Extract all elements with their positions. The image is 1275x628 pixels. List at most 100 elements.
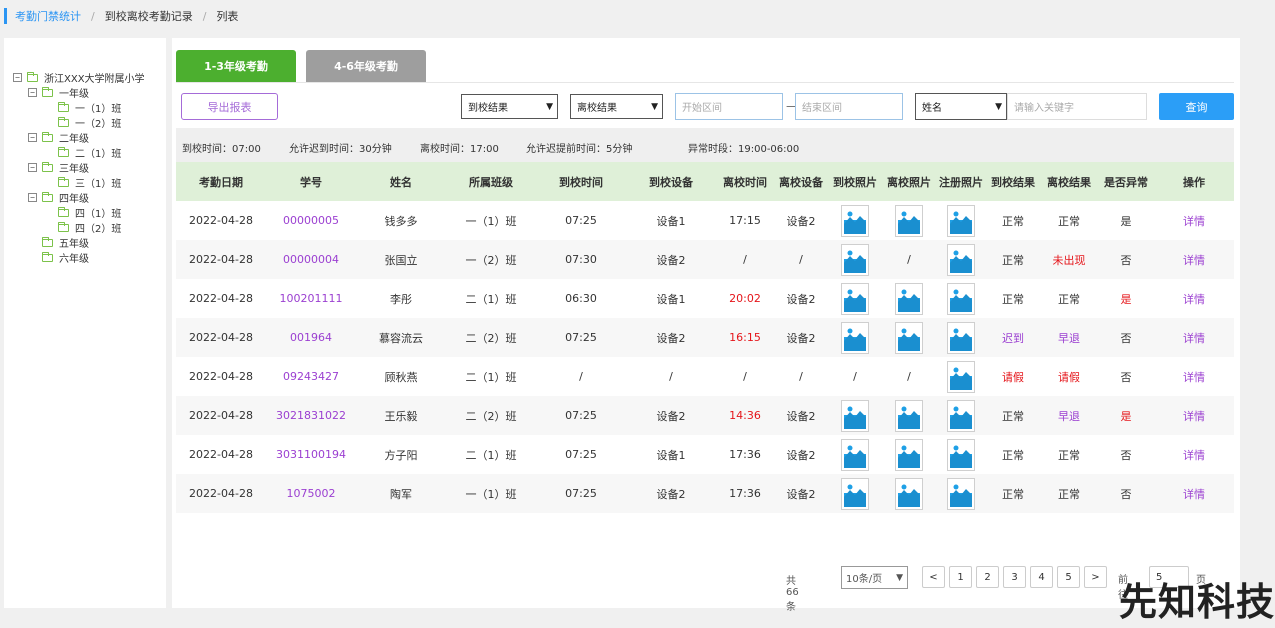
tree-node-9[interactable]: 四（2）班: [4, 220, 166, 235]
leave-photo[interactable]: [882, 321, 936, 354]
register-photo[interactable]: [936, 399, 986, 432]
student-id-link[interactable]: 1075002: [266, 487, 356, 500]
register-photo[interactable]: [936, 243, 986, 276]
tree-node-1[interactable]: 一（1）班: [4, 100, 166, 115]
register-photo[interactable]: [936, 477, 986, 510]
register-photo[interactable]: [936, 438, 986, 471]
tab-grade-1-3[interactable]: 1-3年级考勤: [176, 50, 296, 82]
image-placeholder-icon[interactable]: [841, 204, 869, 237]
page-number-button[interactable]: 4: [1030, 566, 1053, 588]
next-page-button[interactable]: >: [1084, 566, 1107, 588]
collapse-toggle-icon[interactable]: −: [28, 133, 37, 142]
register-photo[interactable]: [936, 321, 986, 354]
tree-node-2[interactable]: 一（2）班: [4, 115, 166, 130]
details-link[interactable]: 详情: [1154, 291, 1234, 307]
leave-photo[interactable]: [882, 204, 936, 237]
image-placeholder-icon[interactable]: [841, 321, 869, 354]
image-placeholder-icon[interactable]: [895, 477, 923, 510]
details-link[interactable]: 详情: [1154, 447, 1234, 463]
image-placeholder-icon[interactable]: [841, 438, 869, 471]
tree-node-6[interactable]: 三（1）班: [4, 175, 166, 190]
watermark-logo: 先知科技: [1118, 580, 1275, 624]
arrive-photo[interactable]: [828, 438, 882, 471]
image-placeholder-icon[interactable]: [841, 399, 869, 432]
collapse-toggle-icon[interactable]: −: [28, 88, 37, 97]
leave-photo[interactable]: [882, 282, 936, 315]
image-placeholder-icon[interactable]: [841, 243, 869, 276]
image-placeholder-icon[interactable]: [895, 282, 923, 315]
collapse-toggle-icon[interactable]: −: [28, 193, 37, 202]
student-id-link[interactable]: 3021831022: [266, 409, 356, 422]
arrive-photo[interactable]: [828, 204, 882, 237]
arrive-photo[interactable]: [828, 243, 882, 276]
tree-node-11[interactable]: 六年级: [4, 250, 166, 265]
page-number-button[interactable]: 1: [949, 566, 972, 588]
tree-node-0[interactable]: − 一年级: [4, 85, 166, 100]
student-id-link[interactable]: 00000004: [266, 253, 356, 266]
page-size-select[interactable]: 10条/页 ▼: [841, 566, 908, 589]
details-link[interactable]: 详情: [1154, 408, 1234, 424]
tree-node-root[interactable]: − 浙江XXX大学附属小学: [4, 70, 166, 85]
details-link[interactable]: 详情: [1154, 252, 1234, 268]
student-id-link[interactable]: 3031100194: [266, 448, 356, 461]
image-placeholder-icon[interactable]: [947, 321, 975, 354]
student-id-link[interactable]: 00000005: [266, 214, 356, 227]
early-allowed-rule: 允许迟提前时间：5分钟: [526, 144, 633, 155]
start-range-input[interactable]: 开始区间: [675, 93, 783, 120]
details-link[interactable]: 详情: [1154, 213, 1234, 229]
page-number-button[interactable]: 2: [976, 566, 999, 588]
image-placeholder-icon[interactable]: [895, 399, 923, 432]
arrive-photo[interactable]: [828, 282, 882, 315]
register-photo[interactable]: [936, 204, 986, 237]
image-placeholder-icon[interactable]: [947, 282, 975, 315]
register-photo[interactable]: [936, 360, 986, 393]
arrive-photo[interactable]: [828, 477, 882, 510]
tree-node-7[interactable]: − 四年级: [4, 190, 166, 205]
image-placeholder-icon[interactable]: [841, 282, 869, 315]
tree-node-8[interactable]: 四（1）班: [4, 205, 166, 220]
student-id-link[interactable]: 09243427: [266, 370, 356, 383]
image-placeholder-icon[interactable]: [947, 477, 975, 510]
page-number-button[interactable]: 5: [1057, 566, 1080, 588]
breadcrumb-item-records[interactable]: 到校离校考勤记录: [105, 8, 193, 24]
page-number-button[interactable]: 3: [1003, 566, 1026, 588]
student-id-link[interactable]: 001964: [266, 331, 356, 344]
leave-photo[interactable]: [882, 399, 936, 432]
student-id-link[interactable]: 100201111: [266, 292, 356, 305]
leave-photo[interactable]: [882, 438, 936, 471]
leave-photo[interactable]: [882, 477, 936, 510]
image-placeholder-icon[interactable]: [947, 438, 975, 471]
image-placeholder-icon[interactable]: [895, 204, 923, 237]
details-link[interactable]: 详情: [1154, 369, 1234, 385]
details-link[interactable]: 详情: [1154, 330, 1234, 346]
export-report-button[interactable]: 导出报表: [181, 93, 278, 120]
tree-node-3[interactable]: − 二年级: [4, 130, 166, 145]
image-placeholder-icon[interactable]: [841, 477, 869, 510]
leave-device-cell: 设备2: [786, 409, 816, 423]
image-placeholder-icon[interactable]: [947, 399, 975, 432]
leave-result-select[interactable]: 离校结果 ▼: [570, 94, 663, 119]
breadcrumb-item-attendance[interactable]: 考勤门禁统计: [15, 8, 81, 24]
keyword-input[interactable]: 请输入关键字: [1007, 93, 1147, 120]
search-field-select[interactable]: 姓名 ▼: [915, 93, 1007, 120]
date-cell: 2022-04-28: [189, 214, 253, 227]
arrive-photo[interactable]: [828, 321, 882, 354]
tree-node-10[interactable]: 五年级: [4, 235, 166, 250]
prev-page-button[interactable]: <: [922, 566, 945, 588]
register-photo[interactable]: [936, 282, 986, 315]
arrive-photo[interactable]: [828, 399, 882, 432]
image-placeholder-icon[interactable]: [947, 360, 975, 393]
arrive-result-select[interactable]: 到校结果 ▼: [461, 94, 558, 119]
tab-grade-4-6[interactable]: 4-6年级考勤: [306, 50, 426, 82]
image-placeholder-icon[interactable]: [895, 438, 923, 471]
image-placeholder-icon[interactable]: [895, 321, 923, 354]
collapse-toggle-icon[interactable]: −: [13, 73, 22, 82]
tree-node-5[interactable]: − 三年级: [4, 160, 166, 175]
query-button[interactable]: 查询: [1159, 93, 1234, 120]
collapse-toggle-icon[interactable]: −: [28, 163, 37, 172]
details-link[interactable]: 详情: [1154, 486, 1234, 502]
end-range-input[interactable]: 结束区间: [795, 93, 903, 120]
image-placeholder-icon[interactable]: [947, 204, 975, 237]
image-placeholder-icon[interactable]: [947, 243, 975, 276]
tree-node-4[interactable]: 二（1）班: [4, 145, 166, 160]
